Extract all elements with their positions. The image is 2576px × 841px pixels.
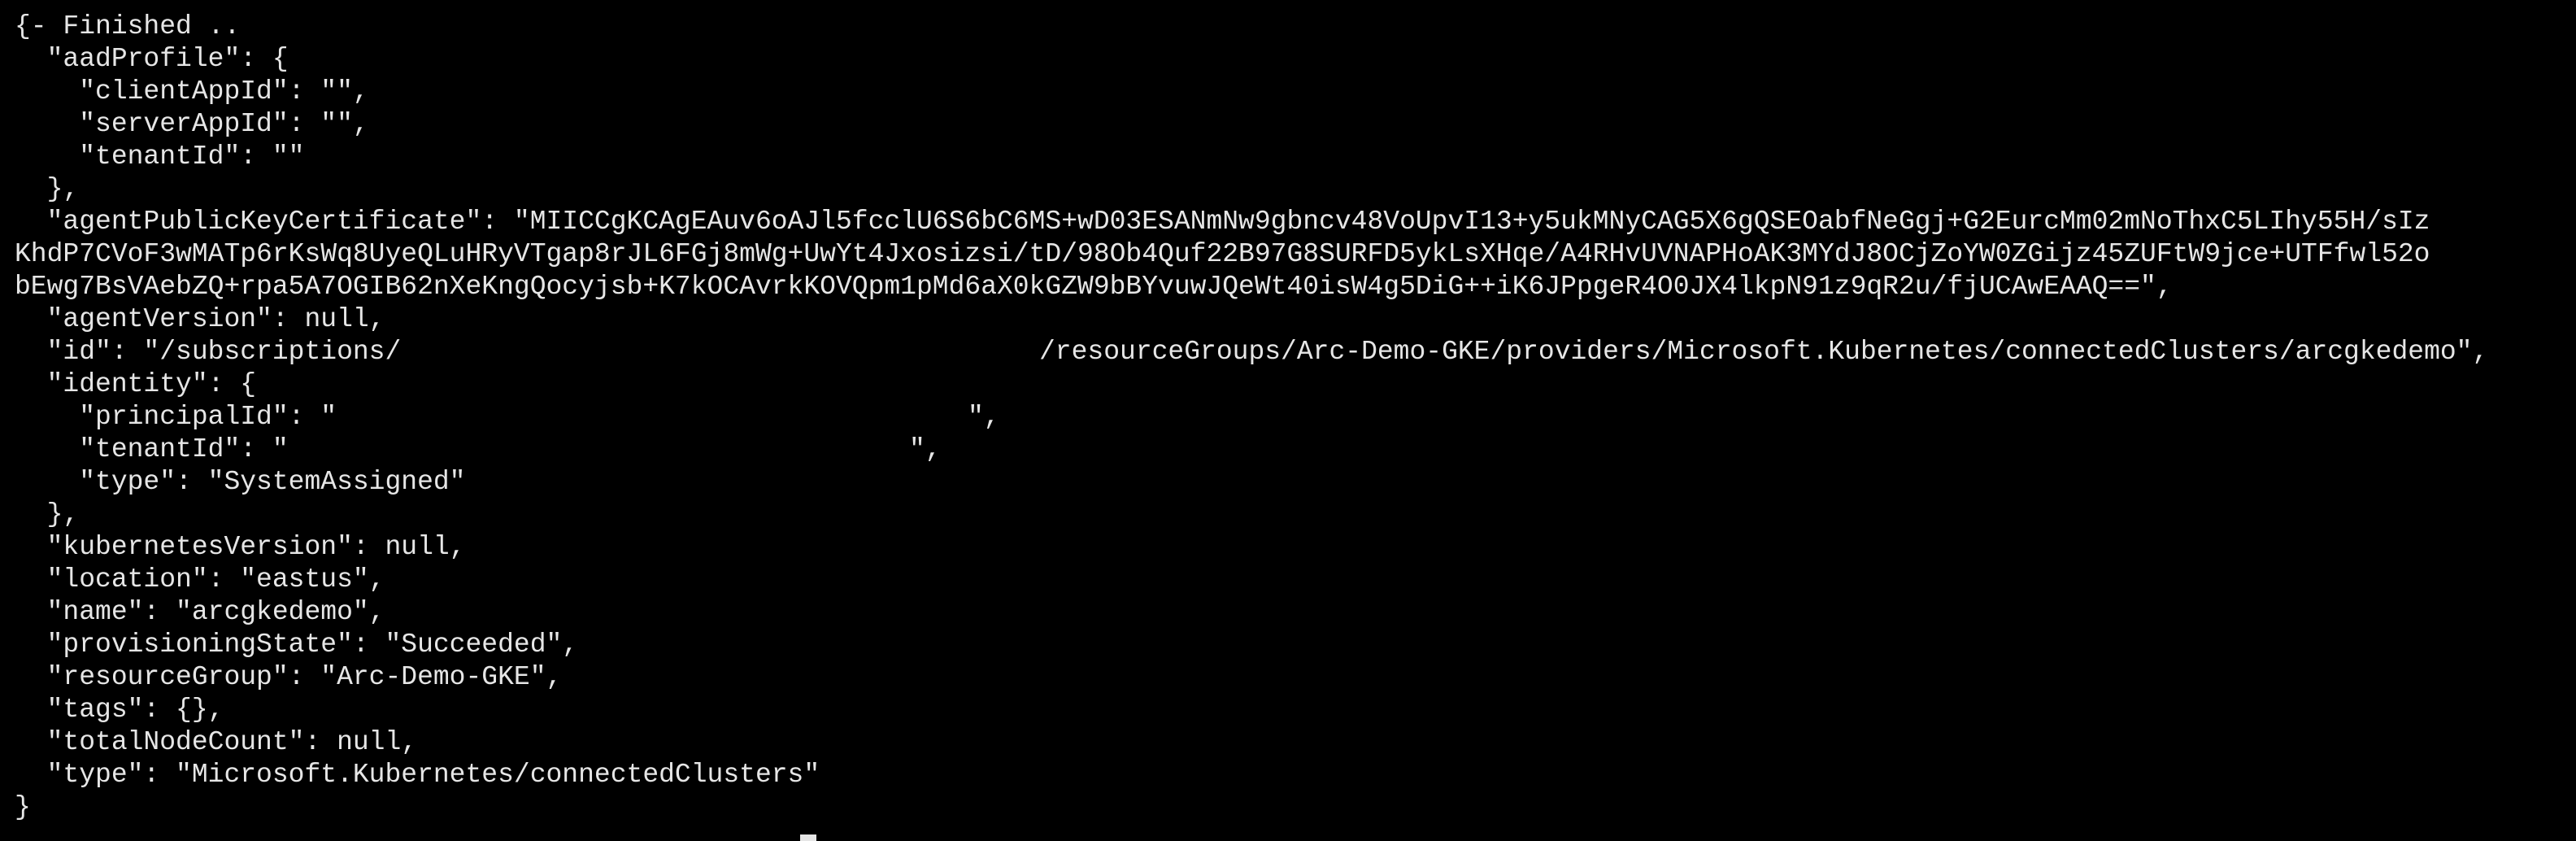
output-line-id-suffix: /resourceGroups/Arc-Demo-GKE/providers/M… [1039,337,2489,367]
output-line-resourcegroup: "resourceGroup": "Arc-Demo-GKE", [15,662,563,692]
output-line-identity-tenantid-suffix: ", [909,434,942,464]
output-line-status: {- Finished .. [15,11,241,41]
output-line-identity-tenantid-prefix: "tenantId": " [15,434,289,464]
output-line-identity-close: }, [15,499,80,529]
terminal-window[interactable]: {- Finished .. "aadProfile": { "clientAp… [0,0,2576,841]
output-line-aad-tenantid: "tenantId": "" [15,142,305,172]
output-line-certificate: "agentPublicKeyCertificate": "MIICCgKCAg… [15,207,2430,237]
output-line-type: "type": "Microsoft.Kubernetes/connectedC… [15,760,820,790]
output-line-serverappid: "serverAppId": "", [15,109,369,139]
output-line-aadprofile-close: }, [15,174,80,204]
output-line-identity: "identity": { [15,369,257,399]
output-line-close-brace: } [15,792,31,822]
output-line-certificate-cont-2: bEwg7BsVAebZQ+rpa5A7OGIB62nXeKngQocyjsb+… [15,272,2173,302]
output-line-principalid-suffix: ", [968,402,1000,432]
output-line-identity-type: "type": "SystemAssigned" [15,467,466,497]
output-line-id-prefix: "id": "/subscriptions/ [15,337,402,367]
output-line-clientappid: "clientAppId": "", [15,76,369,107]
output-line-provisioningstate: "provisioningState": "Succeeded", [15,630,579,660]
terminal-cursor [800,834,816,841]
output-line-principalid-prefix: "principalId": " [15,402,337,432]
output-line-location: "location": "eastus", [15,564,385,595]
output-line-aadprofile: "aadProfile": { [15,44,289,74]
output-line-totalnodecount: "totalNodeCount": null, [15,727,418,757]
output-line-agentversion: "agentVersion": null, [15,304,385,334]
output-line-certificate-cont-1: KhdP7CVoF3wMATp6rKsWq8UyeQLuHRyVTgap8rJL… [15,239,2430,269]
output-line-name: "name": "arcgkedemo", [15,597,385,627]
output-line-kubernetesversion: "kubernetesVersion": null, [15,532,466,562]
output-line-tags: "tags": {}, [15,695,224,725]
